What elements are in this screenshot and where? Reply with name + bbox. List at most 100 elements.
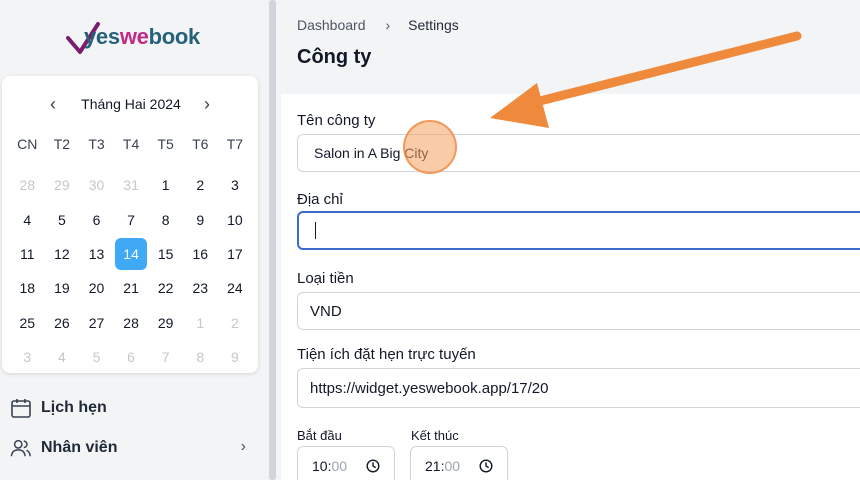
sidebar-item-staff[interactable]: Nhân viên › <box>10 436 250 460</box>
calendar-day-number: 1 <box>196 314 205 331</box>
calendar-day[interactable]: 5 <box>45 202 80 236</box>
sidebar-item-label: Nhân viên <box>41 439 118 456</box>
calendar-day[interactable]: 29 <box>45 168 80 202</box>
calendar-day[interactable]: 28 <box>10 168 45 202</box>
calendar-day-number: 8 <box>161 211 170 228</box>
calendar-day-number: 5 <box>57 211 66 228</box>
calendar-day-number: 29 <box>157 314 174 331</box>
currency-value: VND <box>310 302 342 320</box>
calendar-day[interactable]: 17 <box>218 237 253 271</box>
company-name-label: Tên công ty <box>297 112 376 129</box>
calendar-day[interactable]: 22 <box>148 271 183 305</box>
sidebar-scrollbar[interactable] <box>269 0 276 480</box>
breadcrumb-separator-icon: › <box>385 17 391 33</box>
calendar-day[interactable]: 4 <box>10 202 45 236</box>
calendar-day[interactable]: 27 <box>79 306 114 340</box>
calendar-day-number: 28 <box>19 177 36 194</box>
calendar-day[interactable]: 8 <box>183 340 218 374</box>
calendar-day[interactable]: 13 <box>79 237 114 271</box>
calendar-day[interactable]: 4 <box>45 340 80 374</box>
calendar-day[interactable]: 19 <box>45 271 80 305</box>
currency-input[interactable]: VND <box>297 292 860 330</box>
calendar-day[interactable]: 16 <box>183 237 218 271</box>
calendar-day-number: 28 <box>123 314 139 331</box>
address-input[interactable] <box>297 211 860 250</box>
end-time-label: Kết thúc <box>411 428 459 443</box>
calendar-day-number: 5 <box>92 349 101 366</box>
calendar-prev-month-button[interactable]: ‹ <box>44 94 62 116</box>
booking-widget-url-input[interactable]: https://widget.yeswebook.app/17/20 <box>297 368 860 408</box>
start-time-minutes: 00 <box>331 458 348 474</box>
calendar-day[interactable]: 20 <box>79 271 114 305</box>
calendar-day[interactable]: 2 <box>183 168 218 202</box>
calendar-next-month-button[interactable]: › <box>198 94 216 116</box>
calendar-day-selected[interactable]: 14 <box>114 237 149 271</box>
calendar-day[interactable]: 5 <box>79 340 114 374</box>
calendar-day-number: 2 <box>196 177 205 194</box>
booking-widget-label: Tiện ích đặt hẹn trực tuyến <box>297 346 476 363</box>
calendar-day-number: 14 <box>115 237 148 270</box>
calendar-day[interactable]: 18 <box>10 271 45 305</box>
settings-form: Tên công ty Salon in A Big City Địa chỉ … <box>281 94 860 480</box>
calendar-day-number: 31 <box>123 177 139 194</box>
calendar-day-number: 13 <box>88 245 105 262</box>
calendar-day-number: 3 <box>230 177 239 194</box>
calendar-day[interactable]: 25 <box>10 306 45 340</box>
calendar-weekday-label: T3 <box>88 136 105 152</box>
calendar-day[interactable]: 3 <box>218 168 253 202</box>
calendar-day[interactable]: 6 <box>114 340 149 374</box>
calendar-day-number: 7 <box>161 349 170 366</box>
mini-calendar: ‹ Tháng Hai 2024 › CN T2 T3 T4 T5 T6 T7 28 29 30… <box>2 76 258 373</box>
calendar-day-number: 4 <box>23 211 32 228</box>
calendar-day[interactable]: 11 <box>10 237 45 271</box>
start-time-label: Bắt đầu <box>297 428 342 443</box>
start-time-input[interactable]: 10: 00 <box>297 446 395 480</box>
calendar-day[interactable]: 9 <box>218 340 253 374</box>
calendar-day[interactable]: 1 <box>148 168 183 202</box>
calendar-day-grid: 28 29 30 31 1 2 3 4 5 6 7 8 9 10 11 12 13 14 15 16 17 18 19 20 2… <box>10 168 252 374</box>
chevron-right-icon: › <box>240 438 246 455</box>
calendar-day[interactable]: 1 <box>183 306 218 340</box>
booking-widget-url-value: https://widget.yeswebook.app/17/20 <box>310 379 549 397</box>
calendar-day[interactable]: 31 <box>114 168 149 202</box>
calendar-day[interactable]: 12 <box>45 237 80 271</box>
calendar-header: ‹ Tháng Hai 2024 › <box>2 94 258 116</box>
calendar-day[interactable]: 7 <box>114 202 149 236</box>
breadcrumb-dashboard-link[interactable]: Dashboard <box>297 17 366 33</box>
brand-logo[interactable]: yeswebook <box>84 24 200 50</box>
calendar-day-number: 6 <box>92 211 101 228</box>
calendar-day-number: 2 <box>230 314 239 331</box>
calendar-day[interactable]: 15 <box>148 237 183 271</box>
clock-icon[interactable] <box>366 459 380 473</box>
calendar-day[interactable]: 9 <box>183 202 218 236</box>
clock-icon[interactable] <box>479 459 493 473</box>
calendar-weekday-label: T6 <box>192 136 209 152</box>
calendar-day[interactable]: 30 <box>79 168 114 202</box>
calendar-day[interactable]: 3 <box>10 340 45 374</box>
calendar-day[interactable]: 26 <box>45 306 80 340</box>
calendar-day-number: 12 <box>54 245 70 262</box>
calendar-day[interactable]: 28 <box>114 306 149 340</box>
calendar-day[interactable]: 8 <box>148 202 183 236</box>
end-time-input[interactable]: 21: 00 <box>410 446 508 480</box>
end-time-minutes: 00 <box>444 458 461 474</box>
calendar-day[interactable]: 2 <box>218 306 253 340</box>
calendar-day-number: 7 <box>127 211 135 228</box>
calendar-day-number: 22 <box>157 280 174 297</box>
calendar-day-number: 8 <box>196 349 205 366</box>
calendar-day[interactable]: 10 <box>218 202 253 236</box>
sidebar-item-label: Lịch hẹn <box>41 399 107 416</box>
calendar-weekday-label: T2 <box>53 136 71 152</box>
calendar-day-number: 4 <box>57 349 66 366</box>
company-name-input[interactable]: Salon in A Big City <box>297 134 860 172</box>
calendar-day[interactable]: 24 <box>218 271 253 305</box>
calendar-day-number: 26 <box>54 314 70 331</box>
calendar-day[interactable]: 29 <box>148 306 183 340</box>
calendar-day[interactable]: 21 <box>114 271 149 305</box>
calendar-day-number: 1 <box>161 177 170 194</box>
calendar-day[interactable]: 6 <box>79 202 114 236</box>
calendar-day[interactable]: 23 <box>183 271 218 305</box>
sidebar-item-appointments[interactable]: Lịch hẹn <box>10 396 250 420</box>
calendar-day[interactable]: 7 <box>148 340 183 374</box>
calendar-month-label: Tháng Hai 2024 <box>81 96 181 112</box>
